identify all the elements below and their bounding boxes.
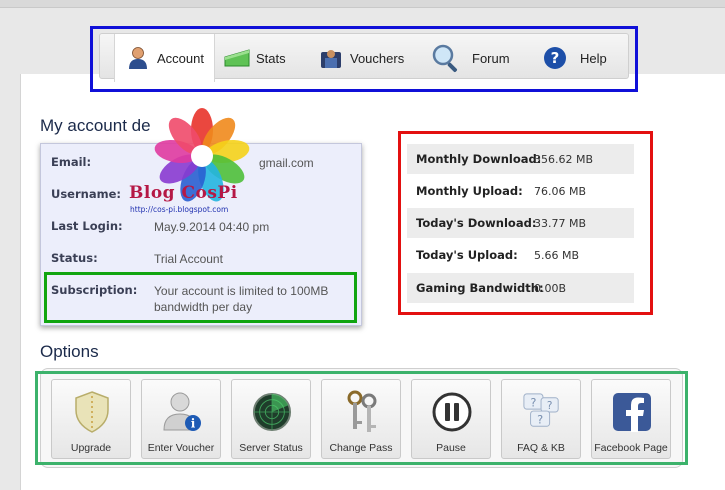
tab-help[interactable]: ? Help [542, 34, 607, 82]
stat-row-todays-download: Today's Download: 33.77 MB [407, 208, 634, 238]
change-pass-button[interactable]: Change Pass [321, 379, 401, 459]
stat-row-monthly-upload: Monthly Upload: 76.06 MB [407, 176, 634, 206]
faq-kb-button[interactable]: ??? FAQ & KB [501, 379, 581, 459]
row-value: Trial Account [154, 252, 223, 266]
stat-label: Gaming Bandwidth: [416, 281, 544, 295]
faq-bubbles-icon: ??? [522, 390, 562, 434]
stats-icon [224, 45, 250, 71]
row-label: Status: [51, 251, 98, 265]
watermark-url: http://cos-pi.blogspot.com [130, 205, 229, 214]
stat-value: 0.00B [534, 281, 567, 295]
top-bar [0, 0, 725, 8]
upgrade-button[interactable]: Upgrade [51, 379, 131, 459]
stat-label: Today's Download: [416, 216, 537, 230]
watermark-text: Blog CosPi [129, 183, 238, 203]
help-icon: ? [542, 45, 568, 71]
tab-label: Vouchers [350, 50, 405, 66]
nav-bar: Account Stats Vouchers Forum ? Help [99, 33, 629, 82]
server-status-button[interactable]: Server Status [231, 379, 311, 459]
svg-text:?: ? [547, 400, 553, 412]
tab-label: Account [157, 50, 204, 66]
button-label: Server Status [239, 442, 303, 454]
facebook-icon [612, 390, 652, 434]
stat-row-monthly-download: Monthly Download: 356.62 MB [407, 144, 634, 174]
shield-icon [72, 390, 112, 434]
stat-label: Monthly Download: [416, 152, 542, 166]
stat-row-gaming-bandwidth: Gaming Bandwidth: 0.00B [407, 273, 634, 303]
subscription-highlight-box [44, 272, 357, 323]
enter-voucher-button[interactable]: i Enter Voucher [141, 379, 221, 459]
tab-vouchers[interactable]: Vouchers [318, 34, 404, 82]
button-label: FAQ & KB [517, 442, 565, 454]
keys-icon [342, 390, 382, 434]
stat-value: 33.77 MB [534, 216, 587, 230]
tab-label: Help [580, 50, 607, 66]
svg-text:?: ? [530, 395, 536, 409]
facebook-page-button[interactable]: Facebook Page [591, 379, 671, 459]
forum-search-icon [430, 42, 462, 74]
button-label: Pause [436, 442, 466, 454]
user-icon [125, 45, 151, 71]
stat-label: Today's Upload: [416, 248, 518, 262]
stat-value: 5.66 MB [534, 248, 580, 262]
stat-value: 76.06 MB [534, 184, 587, 198]
tab-forum[interactable]: Forum [430, 34, 510, 82]
options-heading: Options [40, 342, 99, 361]
row-label: Email: [51, 155, 92, 169]
radar-icon [252, 390, 292, 434]
user-info-icon: i [162, 390, 202, 434]
nav-highlight-box: Account Stats Vouchers Forum ? Help [90, 26, 638, 92]
pause-button[interactable]: Pause [411, 379, 491, 459]
row-value: May.9.2014 04:40 pm [154, 220, 270, 234]
tab-stats[interactable]: Stats [224, 34, 286, 82]
stat-value: 356.62 MB [534, 152, 594, 166]
stat-label: Monthly Upload: [416, 184, 523, 198]
stat-row-todays-upload: Today's Upload: 5.66 MB [407, 240, 634, 270]
svg-text:?: ? [551, 49, 560, 67]
tab-label: Stats [256, 50, 286, 66]
button-label: Upgrade [70, 442, 112, 454]
row-label: Last Login: [51, 219, 123, 233]
button-label: Facebook Page [594, 442, 668, 454]
tab-label: Forum [472, 50, 510, 66]
vouchers-icon [318, 45, 344, 71]
tab-account[interactable]: Account [114, 34, 215, 82]
svg-text:?: ? [537, 412, 543, 426]
row-label: Username: [51, 187, 121, 201]
svg-text:i: i [191, 417, 196, 431]
pause-icon [432, 390, 472, 434]
button-label: Enter Voucher [147, 442, 215, 454]
button-label: Change Pass [329, 442, 393, 454]
